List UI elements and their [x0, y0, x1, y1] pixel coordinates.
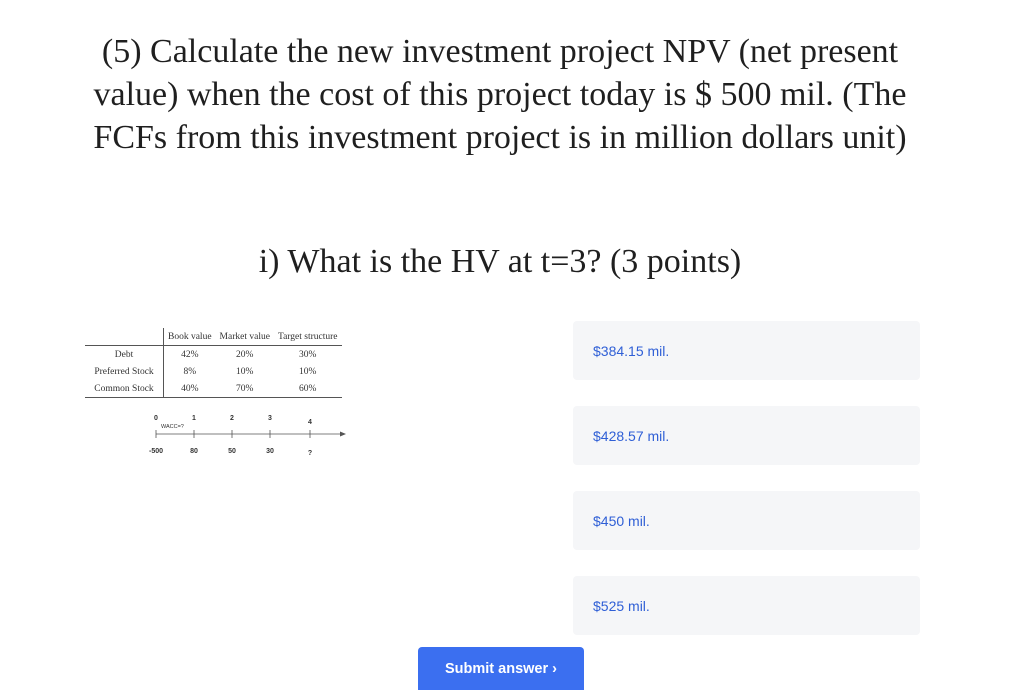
- cash-flow-timeline: 0 1 2 3 4 WACC=? -500 80 50 30 ?: [149, 415, 346, 457]
- timeline-period: 2: [230, 415, 234, 422]
- table-header-target: Target structure: [273, 328, 342, 346]
- table-row-label: Preferred Stock: [85, 363, 164, 380]
- table-cell: 10%: [299, 366, 317, 377]
- subquestion-text: i) What is the HV at t=3? (3 points): [258, 243, 742, 280]
- answer-option[interactable]: $428.57 mil.: [573, 406, 920, 465]
- timeline-period: 1: [192, 415, 196, 422]
- timeline-period: 4: [308, 419, 312, 426]
- table-cell: 8%: [183, 366, 197, 377]
- answer-options: $384.15 mil. $428.57 mil. $450 mil. $525…: [573, 321, 920, 661]
- answer-option[interactable]: $450 mil.: [573, 491, 920, 550]
- table-cell: 70%: [215, 380, 274, 398]
- table-header-market: Market value: [215, 328, 274, 346]
- table-cell: 10%: [236, 366, 254, 377]
- table-row-label: Debt: [85, 345, 164, 363]
- answer-option[interactable]: $525 mil.: [573, 576, 920, 635]
- table-cell: 20%: [236, 349, 254, 360]
- timeline-rate-label: WACC=?: [161, 424, 184, 430]
- timeline-cash-flow: ?: [308, 450, 312, 457]
- timeline-period: 0: [154, 415, 158, 422]
- table-cell: 60%: [273, 380, 342, 398]
- table-header-blank: [85, 328, 164, 346]
- table-header-book: Book value: [163, 328, 216, 346]
- table-row-label: Common Stock: [85, 380, 164, 398]
- table-cell: 42%: [181, 349, 199, 360]
- timeline-cash-flow: -500: [149, 448, 163, 455]
- problem-figure: Book value Market value Target structure…: [85, 328, 395, 468]
- timeline-period: 3: [268, 415, 272, 422]
- answer-option[interactable]: $384.15 mil.: [573, 321, 920, 380]
- question-text: (5) Calculate the new investment project…: [93, 33, 907, 156]
- table-cell: 30%: [299, 349, 317, 360]
- table-cell: 40%: [163, 380, 216, 398]
- submit-answer-button[interactable]: Submit answer ›: [418, 647, 584, 690]
- timeline-cash-flow: 50: [228, 448, 236, 455]
- timeline-arrow-icon: [340, 431, 346, 437]
- timeline-cash-flow: 80: [190, 448, 198, 455]
- capital-structure-table: Book value Market value Target structure…: [85, 328, 342, 398]
- timeline-cash-flow: 30: [266, 448, 274, 455]
